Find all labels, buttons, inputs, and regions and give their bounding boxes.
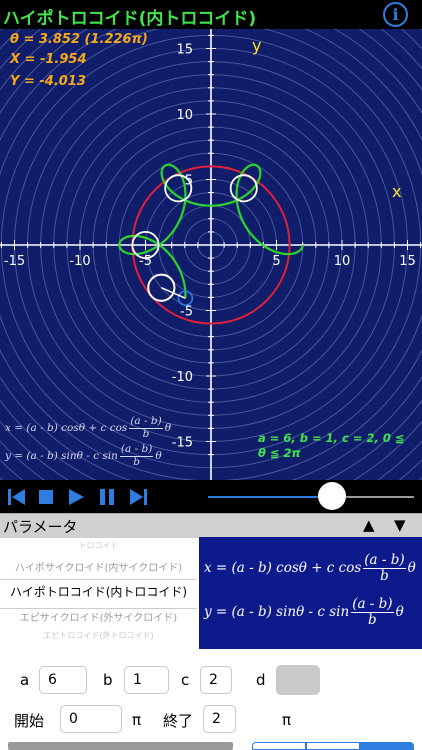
end-pi-label: π (282, 711, 292, 729)
formula-y-equation: y = (a - b) sinθ - c sin (a - b) b θ (204, 597, 404, 628)
segment-2[interactable] (306, 742, 360, 750)
parameter-summary: a = 6, b = 1, c = 2, 0 ≦ θ ≦ 2π (258, 431, 405, 460)
y-axis-label: y (252, 36, 262, 55)
frac-den: b (142, 427, 150, 440)
frac-den: b (368, 611, 377, 628)
end-input[interactable]: 2 (203, 705, 236, 733)
y-tick-label: -15 (172, 436, 193, 451)
stop-icon[interactable] (38, 488, 56, 506)
y-readout: Y = -4.013 (10, 74, 86, 89)
plot-formula-y: y = (a - b) sinθ - c sin (a - b) b θ (5, 443, 162, 468)
bottom-button[interactable] (8, 742, 233, 750)
d-label: d (256, 671, 266, 689)
slider-fill (208, 496, 332, 498)
formula-fraction: (a - b) b (129, 415, 163, 440)
section-title: パラメータ (3, 518, 78, 536)
x-tick-label: -10 (69, 254, 90, 269)
picker-item[interactable]: トロコイド (0, 540, 197, 551)
frac-num: (a - b) (351, 596, 394, 613)
pause-icon[interactable] (99, 488, 117, 506)
info-icon[interactable]: i (383, 2, 408, 27)
picker-item[interactable]: エピサイクロイド(外サイクロイド) (0, 609, 197, 624)
theta-slider[interactable] (208, 482, 414, 510)
picker-item[interactable]: ハイポサイクロイド(内サイクロイド) (0, 559, 197, 574)
frac-num: (a - b) (363, 552, 406, 569)
parameter-section-header: パラメータ ▲ ▼ (0, 513, 422, 538)
b-input[interactable]: 1 (124, 666, 169, 694)
b-label: b (103, 671, 113, 689)
a-input[interactable]: 6 (39, 666, 87, 694)
x-readout: X = -1.954 (10, 52, 87, 67)
c-label: c (181, 671, 190, 689)
frac-tail: θ (395, 604, 404, 621)
formula-x-equation: x = (a - b) cosθ + c cos (a - b) b θ (204, 553, 416, 584)
frac-tail: θ (155, 450, 162, 463)
formula-x-lhs: x = (a - b) cosθ + c cos (5, 422, 128, 435)
x-tick-label: 5 (272, 254, 280, 269)
start-input[interactable]: 0 (60, 705, 122, 733)
formula-y-lhs: y = (a - b) sinθ - c sin (5, 450, 118, 463)
formula-fraction: (a - b) b (363, 552, 406, 584)
plot-area[interactable]: -15 -10 -5 5 10 15 15 10 5 -5 -10 -15 θ = 3.852 (1.… (0, 29, 422, 480)
c-input[interactable]: 2 (200, 666, 232, 694)
play-icon[interactable] (68, 488, 86, 506)
up-arrow-icon[interactable]: ▲ (363, 516, 375, 534)
formula-box: x = (a - b) cosθ + c cos (a - b) b θ y = … (199, 537, 422, 649)
picker-item-selected[interactable]: ハイポトロコイド(内トロコイド) (0, 583, 197, 600)
y-tick-label: -10 (172, 370, 193, 385)
picker-item[interactable]: エピトロコイド(外トロコイド) (0, 630, 197, 641)
frac-num: (a - b) (129, 415, 163, 429)
x-tick-label: 15 (399, 254, 416, 269)
y-tick-label: 15 (176, 43, 193, 58)
segment-3[interactable] (360, 742, 414, 750)
plot-canvas: -15 -10 -5 5 10 1515105-5-10-15 (0, 29, 422, 480)
start-pi-label: π (132, 711, 142, 729)
x-tick-label: -15 (4, 254, 25, 269)
d-input[interactable] (276, 665, 320, 695)
end-label: 終了 (163, 712, 194, 730)
down-arrow-icon[interactable]: ▼ (394, 516, 406, 534)
skip-back-icon[interactable] (8, 488, 26, 506)
formula-fraction: (a - b) b (119, 443, 154, 468)
segment-1[interactable] (252, 742, 306, 750)
x-tick-label: -5 (139, 254, 152, 269)
formula-fraction: (a - b) b (351, 596, 394, 628)
formula-y-lhs: y = (a - b) sinθ - c sin (204, 604, 350, 621)
curve-type-picker[interactable]: トロコイドハイポサイクロイド(内サイクロイド) ハイポトロコイド(内トロコイド) エ… (0, 537, 197, 649)
frac-den: b (380, 567, 389, 584)
slider-thumb[interactable] (317, 482, 346, 510)
frac-num: (a - b) (119, 443, 154, 457)
y-tick-label: 10 (176, 108, 193, 123)
a-label: a (20, 671, 30, 689)
title-bar: ハイポトロコイド(内トロコイド) i (0, 0, 422, 29)
theta-readout: θ = 3.852 (1.226π) (10, 32, 148, 47)
frac-den: b (133, 455, 140, 468)
app-title: ハイポトロコイド(内トロコイド) (3, 9, 257, 29)
frac-tail: θ (407, 560, 416, 577)
plot-formula-x: x = (a - b) cosθ + c cos (a - b) b θ (5, 415, 172, 440)
x-tick-label: 10 (334, 254, 351, 269)
frac-tail: θ (164, 422, 172, 435)
x-axis-label: x (392, 182, 402, 201)
skip-forward-icon[interactable] (129, 488, 147, 506)
formula-x-lhs: x = (a - b) cosθ + c cos (204, 560, 362, 577)
start-label: 開始 (14, 712, 45, 730)
